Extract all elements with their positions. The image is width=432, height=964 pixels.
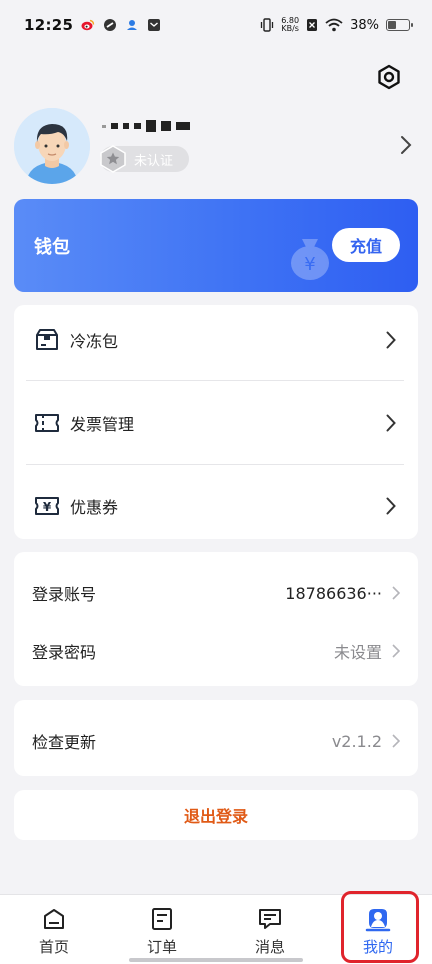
settings-button[interactable] xyxy=(372,60,406,94)
home-icon xyxy=(40,905,68,933)
certification-badge[interactable]: 未认证 xyxy=(98,144,190,174)
menu-item-coupon[interactable]: ¥ 优惠券 xyxy=(14,471,418,541)
bottom-nav: 首页 订单 消息 我的 xyxy=(0,894,432,964)
chevron-right-icon xyxy=(390,732,402,750)
battery-icon xyxy=(386,19,413,31)
update-card: 检查更新 v2.1.2 xyxy=(14,700,418,776)
nav-messages[interactable]: 消息 xyxy=(216,895,324,964)
gear-icon xyxy=(378,64,400,90)
status-left: 12:25 xyxy=(24,16,161,34)
chevron-right-icon xyxy=(390,584,402,602)
link-icon xyxy=(104,19,117,31)
nav-profile[interactable]: 我的 xyxy=(324,895,432,964)
wifi-icon xyxy=(325,18,343,32)
nav-messages-label: 消息 xyxy=(254,938,285,956)
status-right: 6.80 KB/s 38% xyxy=(260,17,413,33)
status-time: 12:25 xyxy=(24,16,74,34)
login-account-value: 18786636··· xyxy=(285,583,382,603)
invoice-icon xyxy=(34,410,60,436)
nav-orders-label: 订单 xyxy=(146,938,177,956)
chevron-right-icon xyxy=(396,133,416,157)
menu-item-label: 发票管理 xyxy=(70,415,135,434)
chevron-right-icon xyxy=(390,642,402,660)
divider xyxy=(26,464,404,465)
coupon-icon: ¥ xyxy=(34,493,60,519)
app-icon xyxy=(127,20,138,30)
nav-profile-label: 我的 xyxy=(362,938,393,956)
profile-header[interactable]: 未认证 xyxy=(14,106,418,186)
svg-text:¥: ¥ xyxy=(43,500,52,514)
avatar[interactable] xyxy=(14,108,90,184)
chevron-right-icon xyxy=(382,412,400,434)
logout-button[interactable]: 退出登录 xyxy=(14,790,418,840)
recharge-button[interactable]: 充值 xyxy=(332,228,400,262)
certification-status: 未认证 xyxy=(134,153,174,169)
login-account-label: 登录账号 xyxy=(32,585,97,604)
account-card: 登录账号 18786636··· 登录密码 未设置 xyxy=(14,552,418,686)
username-redacted xyxy=(102,114,418,138)
menu-card: 冷冻包 发票管理 ¥ 优惠券 xyxy=(14,305,418,539)
home-indicator[interactable] xyxy=(129,958,303,962)
wallet-title: 钱包 xyxy=(34,237,70,258)
chevron-right-icon xyxy=(382,329,400,351)
nav-home-label: 首页 xyxy=(38,938,69,956)
login-password-value: 未设置 xyxy=(333,643,382,662)
divider xyxy=(26,380,404,381)
profile-icon xyxy=(364,905,392,933)
wallet-card[interactable]: 钱包 ¥ 充值 xyxy=(14,199,418,292)
check-update-row[interactable]: 检查更新 v2.1.2 xyxy=(14,712,418,770)
weibo-icon xyxy=(81,19,95,31)
shield-star-icon xyxy=(98,144,128,174)
net-speed-unit: KB/s xyxy=(281,24,299,33)
login-password-row[interactable]: 登录密码 未设置 xyxy=(14,622,418,680)
menu-item-label: 优惠券 xyxy=(70,498,119,517)
login-account-row[interactable]: 登录账号 18786636··· xyxy=(14,564,418,622)
profile-info: 未认证 xyxy=(98,114,418,178)
svg-text:¥: ¥ xyxy=(304,254,315,275)
status-bar: 12:25 6.80 KB/s 38% xyxy=(0,0,432,50)
vibrate-icon xyxy=(261,18,274,32)
chevron-right-icon xyxy=(382,495,400,517)
menu-item-label: 冷冻包 xyxy=(70,332,119,351)
nav-home[interactable]: 首页 xyxy=(0,895,108,964)
avatar-illustration xyxy=(14,108,90,184)
order-icon xyxy=(148,905,176,933)
app-version: v2.1.2 xyxy=(331,731,382,751)
cold-pack-icon xyxy=(34,327,60,353)
check-update-label: 检查更新 xyxy=(32,733,97,752)
message-icon xyxy=(148,19,161,31)
money-bag-icon: ¥ xyxy=(291,239,329,280)
sim-off-icon xyxy=(307,19,318,31)
login-password-label: 登录密码 xyxy=(32,643,97,662)
menu-item-invoice[interactable]: 发票管理 xyxy=(14,388,418,458)
battery-fill xyxy=(388,21,396,29)
logout-label: 退出登录 xyxy=(183,807,248,826)
message-bubble-icon xyxy=(256,905,284,933)
menu-item-cold-pack[interactable]: 冷冻包 xyxy=(14,305,418,375)
battery-percent: 38% xyxy=(350,17,379,33)
nav-orders[interactable]: 订单 xyxy=(108,895,216,964)
net-speed: 6.80 KB/s xyxy=(281,17,299,33)
